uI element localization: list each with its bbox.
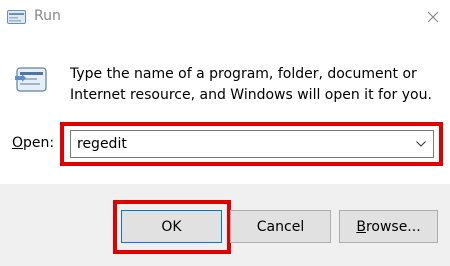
open-label-text: pen: [23,135,55,151]
run-icon [7,9,26,24]
run-dialog: Run Type the name of a program, folder, … [0,0,450,266]
cancel-button[interactable]: Cancel [230,210,331,243]
close-icon [427,8,439,27]
dialog-description: Type the name of a program, folder, docu… [70,66,432,103]
browse-accelerator: B [356,218,366,235]
run-program-icon [14,66,48,96]
browse-button[interactable]: Browse... [339,210,438,243]
chevron-down-icon[interactable] [409,131,433,157]
ok-button[interactable]: OK [121,210,222,243]
open-input[interactable]: regedit [71,136,409,152]
browse-label: rowse... [365,218,421,235]
open-label-accelerator: O [12,135,24,151]
open-combobox[interactable]: regedit [70,130,434,158]
open-label: Open: [12,135,54,151]
close-button[interactable] [416,0,450,34]
window-title: Run [34,8,61,24]
title-bar: Run [0,0,450,34]
